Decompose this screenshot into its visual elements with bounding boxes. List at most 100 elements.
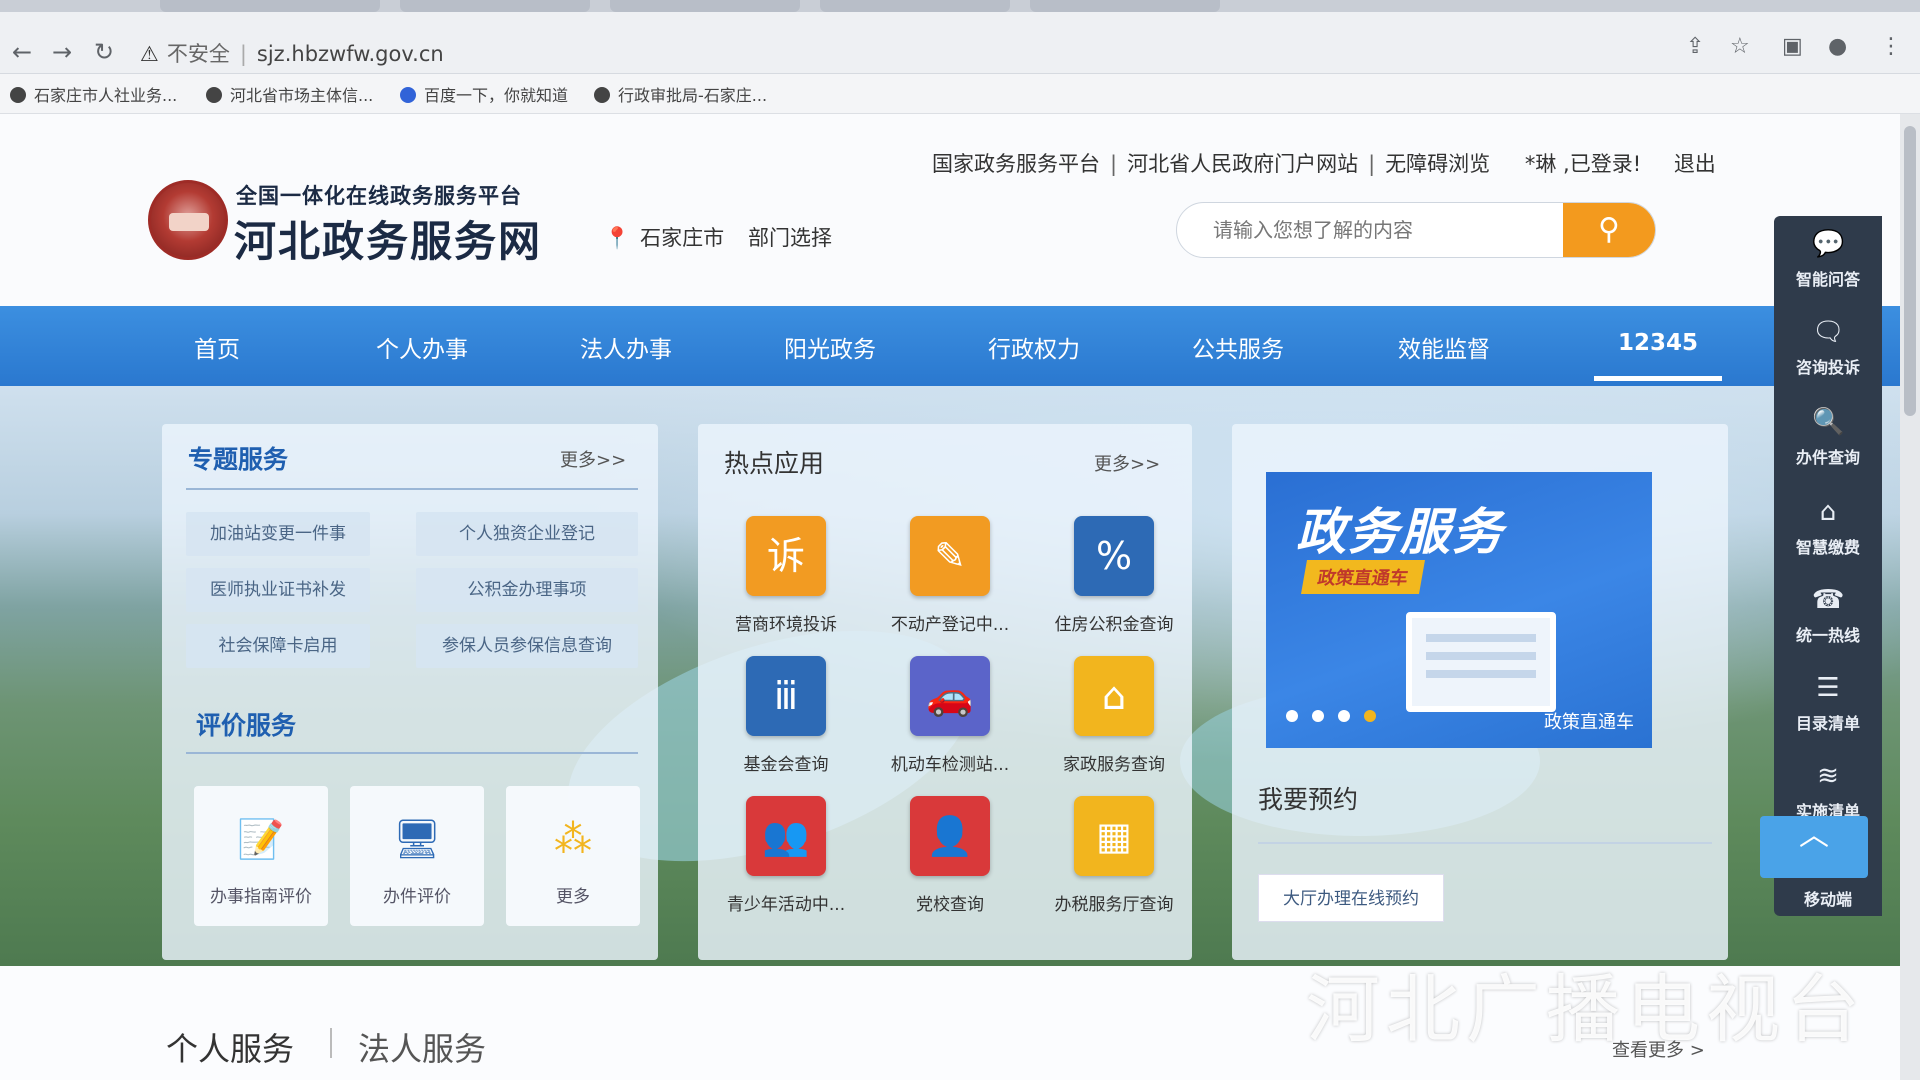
topic-more-link[interactable]: 更多>> [560, 446, 626, 472]
app-label: 营商环境投诉 [735, 615, 837, 635]
more-grid-icon: ⁂ [554, 817, 592, 861]
nav-home[interactable]: 首页 [194, 330, 240, 364]
right-floating-sidebar: 💬 智能问答 🗨 咨询投诉 🔍 办件查询 ⌂ 智慧缴费 ☎ 统一热线 ☰ 目录清单 ≋ 实施清… [1774, 216, 1882, 916]
phone-icon: ☎ [1812, 585, 1845, 615]
reload-icon[interactable]: ↻ [94, 38, 114, 66]
bookmark-item[interactable]: 河北省市场主体信... [206, 82, 373, 106]
bookmark-item[interactable]: 百度一下，你就知道 [400, 82, 568, 106]
sidebar-item-catalog[interactable]: ☰ 目录清单 [1774, 664, 1882, 752]
tab-personal-services[interactable]: 个人服务 [166, 1024, 294, 1070]
tab-legal-services[interactable]: 法人服务 [358, 1024, 486, 1070]
back-icon[interactable]: ← [12, 38, 32, 66]
hot-app-item[interactable]: 🚗 机动车检测站... [864, 656, 1026, 784]
top-links: 国家政务服务平台 | 河北省人民政府门户网站 | 无障碍浏览 *琳 ,已登录! 退出 [932, 148, 1726, 178]
national-emblem-logo [148, 180, 228, 260]
broadcaster-watermark: 河北广播电视台 [1306, 967, 1866, 1053]
hot-app-item[interactable]: 👥 青少年活动中... [700, 796, 862, 924]
topic-item[interactable]: 个人独资企业登记 [416, 512, 638, 556]
eval-guide-card[interactable]: 📝 办事指南评价 [194, 786, 328, 926]
sidebar-item-case-query[interactable]: 🔍 办件查询 [1774, 398, 1882, 486]
url-separator: | [239, 42, 247, 66]
logout-link[interactable]: 退出 [1674, 152, 1716, 176]
layers-icon: ≋ [1817, 761, 1839, 791]
browser-tab[interactable] [400, 0, 590, 12]
scrollbar-thumb[interactable] [1904, 126, 1916, 416]
carousel-dot[interactable] [1338, 710, 1350, 722]
hot-app-item[interactable]: 👤 党校查询 [864, 796, 1026, 924]
topic-item[interactable]: 公积金办理事项 [416, 568, 638, 612]
globe-icon [594, 87, 610, 103]
nav-admin-power[interactable]: 行政权力 [988, 330, 1080, 364]
back-to-top-button[interactable]: ︿ [1760, 816, 1868, 878]
doc-search-icon: 🔍 [1812, 407, 1845, 437]
logo-subtitle: 全国一体化在线政务服务平台 [236, 184, 522, 208]
nav-personal[interactable]: 个人办事 [376, 330, 468, 364]
search-button[interactable]: ⚲ [1563, 203, 1655, 257]
edit-icon: ✎ [910, 516, 990, 596]
policy-banner[interactable]: 政务服务 政策直通车 政策直通车 [1266, 472, 1652, 748]
hot-app-item[interactable]: 诉营商环境投诉 [700, 516, 862, 644]
nav-efficiency[interactable]: 效能监督 [1398, 330, 1490, 364]
location-selector[interactable]: 📍 石家庄市 [604, 222, 724, 252]
star-icon[interactable]: ☆ [1730, 34, 1750, 59]
site-title[interactable]: 河北政务服务网 [234, 208, 542, 269]
hot-app-item[interactable]: % 住房公积金查询 [1028, 516, 1190, 644]
carousel-dot[interactable] [1286, 710, 1298, 722]
sidebar-item-payment[interactable]: ⌂ 智慧缴费 [1774, 488, 1882, 576]
paw-icon [400, 87, 416, 103]
booking-title: 我要预约 [1258, 785, 1359, 814]
address-bar-area: ← → ↻ ⚠ 不安全 | sjz.hbzwfw.gov.cn ⇪ ☆ ▣ ● ⋮ [0, 12, 1920, 74]
topic-item[interactable]: 参保人员参保信息查询 [416, 624, 638, 668]
search-input[interactable] [1213, 215, 1553, 245]
main-navigation: 首页 个人办事 法人办事 阳光政务 行政权力 公共服务 效能监督 12345 [0, 306, 1900, 386]
nav-sunshine-gov[interactable]: 阳光政务 [784, 330, 876, 364]
link-accessibility[interactable]: 无障碍浏览 [1385, 152, 1490, 176]
case-eval-icon: 🖥 [392, 817, 442, 861]
nav-12345[interactable]: 12345 [1594, 330, 1722, 381]
profile-icon[interactable]: ● [1828, 34, 1847, 59]
link-provincial-portal[interactable]: 河北省人民政府门户网站 [1127, 152, 1358, 176]
bookmark-item[interactable]: 行政审批局-石家庄... [594, 82, 767, 106]
link-national-platform[interactable]: 国家政务服务平台 [932, 152, 1100, 176]
sidebar-label: 智慧缴费 [1795, 538, 1860, 557]
topic-item[interactable]: 加油站变更一件事 [186, 512, 370, 556]
department-select[interactable]: 部门选择 [748, 222, 832, 252]
browser-tab[interactable] [610, 0, 800, 12]
page-scrollbar[interactable] [1900, 114, 1920, 1080]
hot-app-item[interactable]: ⌂ 家政服务查询 [1028, 656, 1190, 784]
eval-label: 更多 [556, 887, 590, 907]
topic-item[interactable]: 医师执业证书补发 [186, 568, 370, 612]
chevron-up-icon: ︿ [1799, 818, 1829, 853]
hot-app-item[interactable]: ▦ 办税服务厅查询 [1028, 796, 1190, 924]
bookmark-item[interactable]: 石家庄市人社业务... [10, 82, 177, 106]
hot-apps-more-link[interactable]: 更多>> [1094, 450, 1160, 476]
browser-tab[interactable] [1030, 0, 1220, 12]
location-pin-icon: 📍 [604, 226, 631, 250]
nav-legal-entity[interactable]: 法人办事 [580, 330, 672, 364]
user-status: *琳 ,已登录! [1524, 152, 1642, 176]
hot-app-item[interactable]: ✎ 不动产登记中... [864, 516, 1026, 644]
sidebar-item-consult[interactable]: 🗨 咨询投诉 [1774, 308, 1882, 396]
nav-public-service[interactable]: 公共服务 [1192, 330, 1284, 364]
menu-icon[interactable]: ⋮ [1880, 34, 1902, 59]
hall-booking-button[interactable]: 大厅办理在线预约 [1258, 874, 1444, 922]
topic-item[interactable]: 社会保障卡启用 [186, 624, 370, 668]
sidebar-item-smart-qa[interactable]: 💬 智能问答 [1774, 220, 1882, 308]
carousel-dot[interactable] [1312, 710, 1324, 722]
sidebar-toggle-icon[interactable]: ▣ [1782, 34, 1803, 59]
browser-tab[interactable] [820, 0, 1010, 12]
app-label: 机动车检测站... [890, 755, 1010, 775]
url-field[interactable]: ⚠ 不安全 | sjz.hbzwfw.gov.cn [140, 38, 444, 68]
hot-app-item[interactable]: ⅲ 基金会查询 [700, 656, 862, 784]
divider [186, 752, 638, 754]
eval-more-card[interactable]: ⁂ 更多 [506, 786, 640, 926]
browser-tab[interactable] [160, 0, 380, 12]
sidebar-item-hotline[interactable]: ☎ 统一热线 [1774, 576, 1882, 664]
share-icon[interactable]: ⇪ [1686, 34, 1704, 59]
divider: | [1368, 152, 1376, 176]
eval-case-card[interactable]: 🖥 办件评价 [350, 786, 484, 926]
app-label: 办税服务厅查询 [1054, 895, 1174, 915]
carousel-dot-active[interactable] [1364, 710, 1376, 722]
forward-icon[interactable]: → [52, 38, 72, 66]
sidebar-label: 移动端 [1803, 890, 1852, 909]
